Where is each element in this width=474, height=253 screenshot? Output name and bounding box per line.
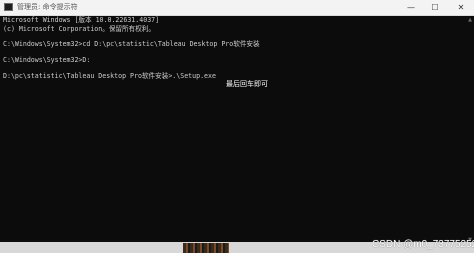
terminal-line: Microsoft Windows [版本 10.0.22631.4037] bbox=[3, 16, 160, 24]
minimize-button[interactable]: — bbox=[400, 0, 422, 15]
terminal-output[interactable]: Microsoft Windows [版本 10.0.22631.4037] (… bbox=[0, 16, 466, 242]
scroll-up-arrow-icon[interactable]: ▲ bbox=[467, 17, 473, 23]
terminal-line: D:\pc\statistic\Tableau Desktop Pro软件安装>… bbox=[3, 72, 216, 80]
terminal-line: C:\Windows\System32>cd D:\pc\statistic\T… bbox=[3, 40, 260, 48]
taskbar-thumbnail bbox=[183, 243, 229, 253]
command-prompt-window: 管理员: 命令提示符 — ☐ ✕ Microsoft Windows [版本 1… bbox=[0, 0, 474, 253]
terminal-line: (c) Microsoft Corporation。保留所有权利。 bbox=[3, 25, 155, 33]
vertical-scrollbar[interactable]: ▲ ▼ bbox=[466, 16, 474, 244]
close-button[interactable]: ✕ bbox=[450, 0, 472, 15]
window-title: 管理员: 命令提示符 bbox=[17, 3, 78, 11]
title-bar[interactable]: 管理员: 命令提示符 — ☐ ✕ bbox=[0, 0, 474, 16]
watermark: CSDN @m0_73775252 bbox=[372, 239, 474, 250]
maximize-button[interactable]: ☐ bbox=[424, 0, 446, 15]
annotation-text: 最后回车即可 bbox=[226, 80, 268, 88]
terminal-line: C:\Windows\System32>D: bbox=[3, 56, 91, 64]
cmd-icon bbox=[4, 3, 13, 11]
